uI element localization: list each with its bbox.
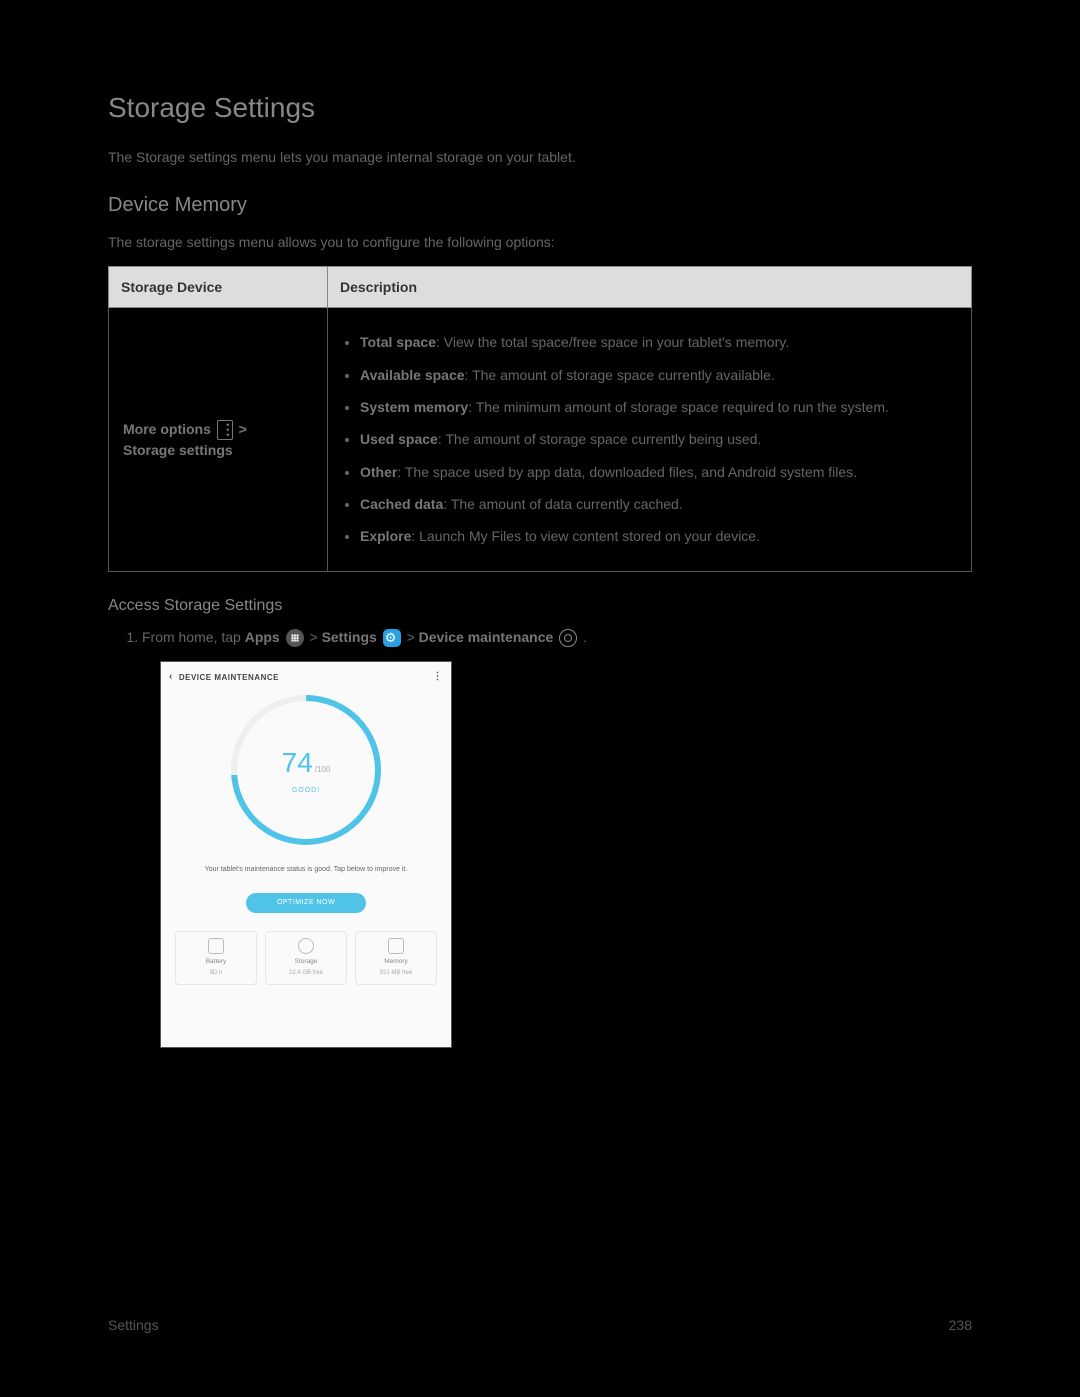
overview-intro: The storage settings menu allows you to … (108, 232, 972, 252)
score-ring-inner: 74/100 GOOD! (231, 695, 381, 845)
device-maintenance-label: Device maintenance (419, 629, 554, 645)
page-footer: Settings 238 (108, 1315, 972, 1335)
item-text: : The minimum amount of storage space re… (468, 399, 889, 415)
card-battery[interactable]: Battery 9D h (175, 931, 257, 985)
apps-label: Apps (245, 629, 280, 645)
item-bold: Total space (360, 334, 436, 350)
section-access: Access Storage Settings (108, 594, 972, 617)
settings-label: Settings (322, 629, 377, 645)
page: Storage Settings The Storage settings me… (0, 0, 1080, 1397)
steps-list: From home, tap Apps > Settings > Device … (108, 627, 972, 647)
more-options-label: More options (123, 421, 211, 437)
gear-icon (383, 629, 401, 647)
description-list: Total space: View the total space/free s… (342, 332, 957, 546)
period: . (583, 629, 587, 645)
shot-title: DEVICE MAINTENANCE (179, 672, 279, 684)
item-bold: Explore (360, 528, 411, 544)
more-icon[interactable]: ⋮ (433, 670, 444, 685)
cell-more-options: More options > Storage settings (109, 308, 328, 571)
card-storage[interactable]: Storage 22.4 GB free (265, 931, 347, 985)
score-ring-wrap: 74/100 GOOD! (161, 695, 451, 845)
step-1: From home, tap Apps > Settings > Device … (142, 627, 972, 647)
apps-icon (286, 629, 304, 647)
item-text: : The space used by app data, downloaded… (397, 464, 857, 480)
footer-right: 238 (949, 1315, 972, 1335)
gt2: > (407, 629, 419, 645)
card-sub: 921 MB free (380, 969, 413, 978)
item-text: : The amount of data currently cached. (443, 496, 682, 512)
description-item: System memory: The minimum amount of sto… (360, 397, 957, 417)
item-bold: System memory (360, 399, 468, 415)
battery-icon (208, 938, 224, 954)
th-storage-device: Storage Device (109, 267, 328, 308)
table-row: More options > Storage settings Total sp… (109, 308, 972, 571)
shot-header: ‹ DEVICE MAINTENANCE ⋮ (161, 662, 451, 689)
storage-settings-label: Storage settings (123, 442, 233, 458)
card-memory[interactable]: Memory 921 MB free (355, 931, 437, 985)
description-item: Explore: Launch My Files to view content… (360, 526, 957, 546)
score-value: 74/100 (282, 743, 331, 784)
item-text: : The amount of storage space currently … (465, 367, 775, 383)
card-sub: 9D h (210, 969, 223, 978)
more-options-icon (217, 420, 233, 440)
step-prefix: From home, tap (142, 629, 245, 645)
card-label: Battery (206, 957, 227, 966)
gt: > (239, 421, 247, 437)
score-good: GOOD! (292, 786, 320, 796)
card-sub: 22.4 GB free (289, 969, 323, 978)
cell-description: Total space: View the total space/free s… (328, 308, 972, 571)
description-item: Total space: View the total space/free s… (360, 332, 957, 352)
item-text: : View the total space/free space in you… (436, 334, 789, 350)
card-label: Storage (295, 957, 318, 966)
description-item: Used space: The amount of storage space … (360, 429, 957, 449)
description-item: Cached data: The amount of data currentl… (360, 494, 957, 514)
item-bold: Cached data (360, 496, 443, 512)
score-ring: 74/100 GOOD! (231, 695, 381, 845)
footer-left: Settings (108, 1315, 159, 1335)
gt1: > (309, 629, 321, 645)
description-item: Available space: The amount of storage s… (360, 365, 957, 385)
score-max: /100 (315, 765, 331, 774)
storage-icon (298, 938, 314, 954)
device-maintenance-screenshot: ‹ DEVICE MAINTENANCE ⋮ 74/100 GOOD! Your… (160, 661, 452, 1048)
th-description: Description (328, 267, 972, 308)
back-icon[interactable]: ‹ (169, 670, 173, 685)
device-maintenance-icon (559, 629, 577, 647)
optimize-button[interactable]: OPTIMIZE NOW (246, 893, 366, 913)
storage-table: Storage Device Description More options … (108, 266, 972, 571)
section-device-memory: Device Memory (108, 191, 972, 220)
status-text: Your tablet's maintenance status is good… (171, 865, 441, 875)
score-number: 74 (282, 747, 313, 778)
card-label: Memory (384, 957, 407, 966)
item-text: : Launch My Files to view content stored… (411, 528, 760, 544)
page-title: Storage Settings (108, 88, 972, 129)
item-bold: Used space (360, 431, 438, 447)
memory-icon (388, 938, 404, 954)
item-bold: Other (360, 464, 397, 480)
bottom-cards: Battery 9D h Storage 22.4 GB free Memory 921 … (161, 931, 451, 985)
description-item: Other: The space used by app data, downl… (360, 462, 957, 482)
intro-text: The Storage settings menu lets you manag… (108, 147, 972, 167)
item-bold: Available space (360, 367, 465, 383)
item-text: : The amount of storage space currently … (438, 431, 762, 447)
